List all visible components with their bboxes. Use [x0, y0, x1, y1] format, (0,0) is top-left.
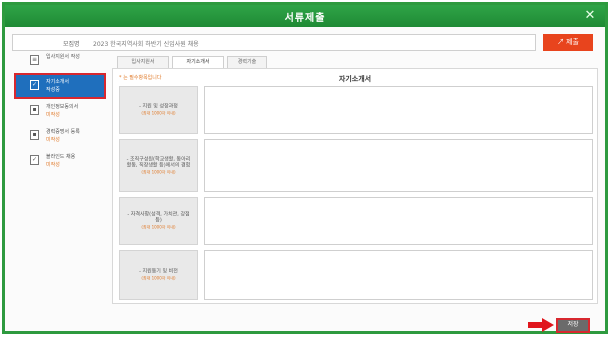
sidebar-item-status: 작성중 [46, 87, 60, 93]
sidebar-item-label: 자기소개서 [46, 79, 70, 85]
question-text: - 자격사항(성격, 가치관, 강점 등) [127, 211, 190, 224]
arrow-right-icon [528, 318, 554, 332]
document-icon: ≡ [30, 55, 39, 65]
form-title: 자기소개서 [338, 75, 372, 83]
question-label-box: - 지원 및 성장과정 (최대 1000자 이내) [119, 86, 198, 134]
question-text: - 지원 및 성장과정 [139, 103, 178, 110]
question-label-box: - 자격사항(성격, 가치관, 강점 등) (최대 1000자 이내) [119, 197, 198, 245]
subject-field: 모집명 2023 한국지역사회 하반기 신입사원 채용 [12, 34, 536, 51]
question-label-box: - 지원동기 및 비전 (최대 1000자 이내) [119, 250, 198, 300]
question-row: - 조직구성원(학교생활, 동아리활동, 직장생활 등)에서의 경험 (최대 1… [119, 139, 593, 192]
subject-label: 모집명 [63, 41, 80, 48]
question-row: - 지원동기 및 비전 (최대 1000자 이내) [119, 250, 593, 300]
sidebar-item-consent[interactable]: ▪ 개인정보동의서 미작성 [16, 100, 104, 122]
question-text: - 지원동기 및 비전 [139, 268, 178, 275]
answer-textarea[interactable] [204, 250, 593, 300]
certificate-icon: ▪ [30, 130, 39, 140]
sidebar-item-status: 미작성 [46, 162, 60, 168]
question-row: - 지원 및 성장과정 (최대 1000자 이내) [119, 86, 593, 134]
answer-textarea[interactable] [204, 139, 593, 192]
sidebar-item-application[interactable]: ≡ 입사지원서 작성 [16, 50, 104, 72]
question-text: - 조직구성원(학교생활, 동아리활동, 직장생활 등)에서의 경험 [126, 156, 191, 168]
sidebar-item-label: 블라인드 채용 [46, 154, 76, 160]
submit-button[interactable]: ↗ 제출 [543, 34, 593, 51]
edit-icon: ✓ [30, 80, 39, 90]
question-limit: (최대 1000자 이내) [141, 110, 176, 116]
sidebar-item-status: 미작성 [46, 112, 60, 118]
sidebar-item-blind[interactable]: ✓ 블라인드 채용 미작성 [16, 150, 104, 172]
sidebar-item-self-introduction[interactable]: ✓ 자기소개서 작성중 [14, 73, 106, 99]
sidebar-item-certificate[interactable]: ▪ 경력증명서 등록 미작성 [16, 125, 104, 147]
question-row: - 자격사항(성격, 가치관, 강점 등) (최대 1000자 이내) [119, 197, 593, 245]
question-limit: (최대 1000자 이내) [141, 275, 176, 281]
answer-textarea[interactable] [204, 86, 593, 134]
save-button[interactable]: 저장 [556, 318, 590, 333]
sidebar-item-label: 경력증명서 등록 [46, 129, 80, 135]
sidebar: ≡ 입사지원서 작성 ✓ 자기소개서 작성중 ▪ 개인정보동의서 미작성 ▪ 경… [14, 50, 106, 175]
consent-icon: ▪ [30, 105, 39, 115]
form-panel: * 는 필수항목입니다 자기소개서 - 지원 및 성장과정 (최대 1000자 … [112, 68, 598, 304]
subject-value: 2023 한국지역사회 하반기 신입사원 채용 [93, 41, 199, 48]
sidebar-item-label: 입사지원서 작성 [46, 54, 80, 60]
close-icon[interactable]: ✕ [581, 8, 599, 24]
window-titlebar: 서류제출 ✕ [5, 5, 605, 27]
question-limit: (최대 1000자 이내) [141, 224, 176, 230]
sidebar-item-label: 개인정보동의서 [46, 104, 79, 110]
sidebar-item-status: 미작성 [46, 137, 60, 143]
window-title: 서류제출 [284, 13, 326, 24]
question-label-box: - 조직구성원(학교생활, 동아리활동, 직장생활 등)에서의 경험 (최대 1… [119, 139, 198, 192]
answer-textarea[interactable] [204, 197, 593, 245]
check-icon: ✓ [30, 155, 39, 165]
question-limit: (최대 1000자 이내) [141, 169, 176, 174]
